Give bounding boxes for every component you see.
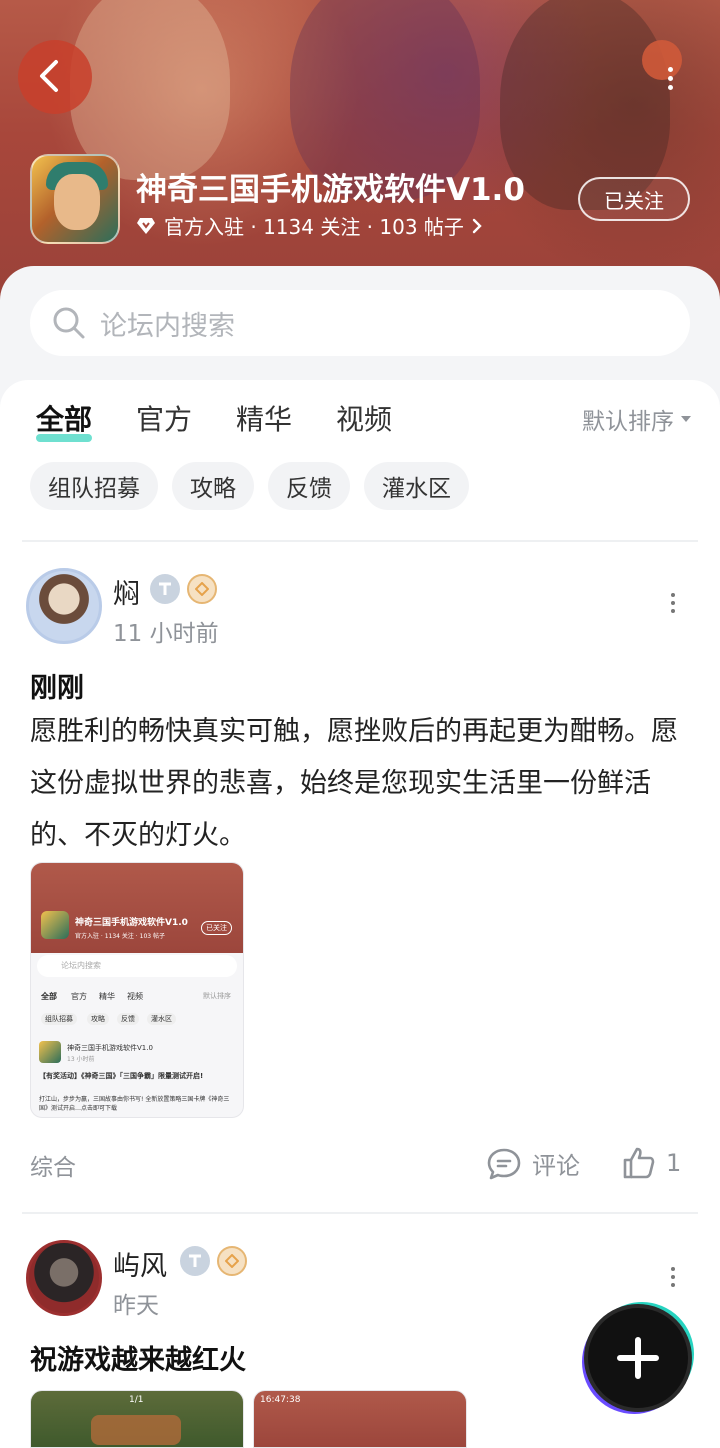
more-vertical-icon <box>671 593 675 597</box>
thumb-sort: 默认排序 <box>203 992 231 1000</box>
tab-video[interactable]: 视频 <box>336 398 392 438</box>
thumb-chip: 灌水区 <box>147 1013 176 1025</box>
forum-header-banner <box>0 0 720 300</box>
chip-team-recruit[interactable]: 组队招募 <box>30 462 158 510</box>
post-more-button[interactable] <box>658 588 688 618</box>
thumb-chip: 组队招募 <box>41 1013 77 1025</box>
thumb-tab-featured: 精华 <box>99 992 115 1001</box>
thumb-tab-all: 全部 <box>41 992 57 1001</box>
level-badge-icon <box>150 574 180 604</box>
search-icon <box>53 307 85 339</box>
post-category[interactable]: 综合 <box>30 1148 76 1182</box>
post-image[interactable]: 16:47:38 <box>253 1390 467 1448</box>
more-vertical-icon <box>671 1267 675 1271</box>
thumb-tab-official: 官方 <box>71 992 87 1001</box>
post-body[interactable]: 愿胜利的畅快真实可触，愿挫败后的再起更为酣畅。愿这份虚拟世界的悲喜，始终是您现实… <box>30 706 690 862</box>
medal-badge-icon <box>217 1246 247 1276</box>
image-counter: 1/1 <box>129 1395 144 1405</box>
level-badge-icon <box>180 1246 210 1276</box>
tab-featured[interactable]: 精华 <box>236 398 292 438</box>
back-button[interactable] <box>22 48 78 104</box>
thumbs-up-icon <box>623 1147 655 1179</box>
diamond-verified-icon <box>137 217 155 234</box>
topic-chips: 组队招募 攻略 反馈 灌水区 <box>30 462 469 510</box>
back-arrow-icon <box>40 60 58 92</box>
tab-official[interactable]: 官方 <box>136 398 192 438</box>
plus-icon <box>617 1337 659 1379</box>
post-title[interactable]: 祝游戏越来越红火 <box>30 1338 246 1377</box>
more-options-button[interactable] <box>650 58 690 98</box>
more-vertical-icon <box>667 66 673 72</box>
post-time: 昨天 <box>113 1293 159 1319</box>
thumb-chip: 攻略 <box>87 1013 109 1025</box>
like-button[interactable]: 1 <box>622 1146 681 1180</box>
post-image[interactable]: 神奇三国手机游戏软件V1.0 官方入驻 · 1134 关注 · 103 帖子 已… <box>30 862 244 1118</box>
divider <box>22 540 698 542</box>
sort-dropdown[interactable]: 默认排序 <box>582 402 692 436</box>
banner-artwork-figure <box>70 0 230 180</box>
thumb-follow: 已关注 <box>201 921 232 935</box>
avatar[interactable] <box>26 568 102 644</box>
game-app-icon <box>30 154 120 244</box>
comment-icon <box>487 1148 521 1179</box>
chip-guide[interactable]: 攻略 <box>172 462 254 510</box>
post-author[interactable]: 屿风 <box>113 1244 167 1283</box>
category-tabs: 全部 官方 精华 视频 <box>36 398 436 442</box>
avatar[interactable] <box>26 1240 102 1316</box>
create-post-button[interactable] <box>588 1308 688 1408</box>
thumb-search: 论坛内搜索 <box>61 961 101 970</box>
image-timestamp: 16:47:38 <box>260 1395 301 1405</box>
forum-title: 神奇三国手机游戏软件V1.0 <box>136 172 525 208</box>
sort-label: 默认排序 <box>582 409 674 435</box>
thumb-post-user: 神奇三国手机游戏软件V1.0 <box>67 1044 153 1052</box>
post-title[interactable]: 刚刚 <box>30 666 84 705</box>
tab-all[interactable]: 全部 <box>36 398 93 442</box>
thumb-app-icon <box>41 911 69 939</box>
post-time: 11 小时前 <box>113 621 219 647</box>
follow-button[interactable]: 已关注 <box>578 177 690 221</box>
comment-label: 评论 <box>532 1152 580 1180</box>
post-image[interactable]: 1/1 <box>30 1390 244 1448</box>
forum-meta[interactable]: 官方入驻 · 1134 关注 · 103 帖子 <box>136 211 482 240</box>
divider <box>22 1212 698 1214</box>
post-more-button[interactable] <box>658 1262 688 1292</box>
search-input[interactable]: 论坛内搜索 <box>30 290 690 356</box>
thumb-title: 神奇三国手机游戏软件V1.0 <box>75 918 188 928</box>
thumb-post-line1: 【有奖活动】《神奇三国》「三国争霸」限量测试开启! <box>39 1072 204 1080</box>
thumb-chip: 反馈 <box>117 1013 139 1025</box>
caret-down-icon <box>681 416 691 422</box>
chevron-right-icon <box>472 218 482 233</box>
comment-button[interactable]: 评论 <box>486 1146 580 1181</box>
forum-meta-text: 官方入驻 · 1134 关注 · 103 帖子 <box>164 215 464 239</box>
thumb-tab-video: 视频 <box>127 992 143 1001</box>
chip-chat-zone[interactable]: 灌水区 <box>364 462 469 510</box>
thumb-post-line2: 打江山，步步为赢，三国故事由你书写! 全新放置策略三国卡牌《神奇三国》测试开启…… <box>39 1096 230 1112</box>
like-count: 1 <box>666 1149 682 1177</box>
chip-feedback[interactable]: 反馈 <box>268 462 350 510</box>
thumb-post-time: 13 小时前 <box>67 1056 95 1063</box>
medal-badge-icon <box>187 574 217 604</box>
search-placeholder: 论坛内搜索 <box>100 310 235 342</box>
post-author[interactable]: 焖 <box>113 572 140 611</box>
thumb-meta: 官方入驻 · 1134 关注 · 103 帖子 <box>75 933 165 940</box>
